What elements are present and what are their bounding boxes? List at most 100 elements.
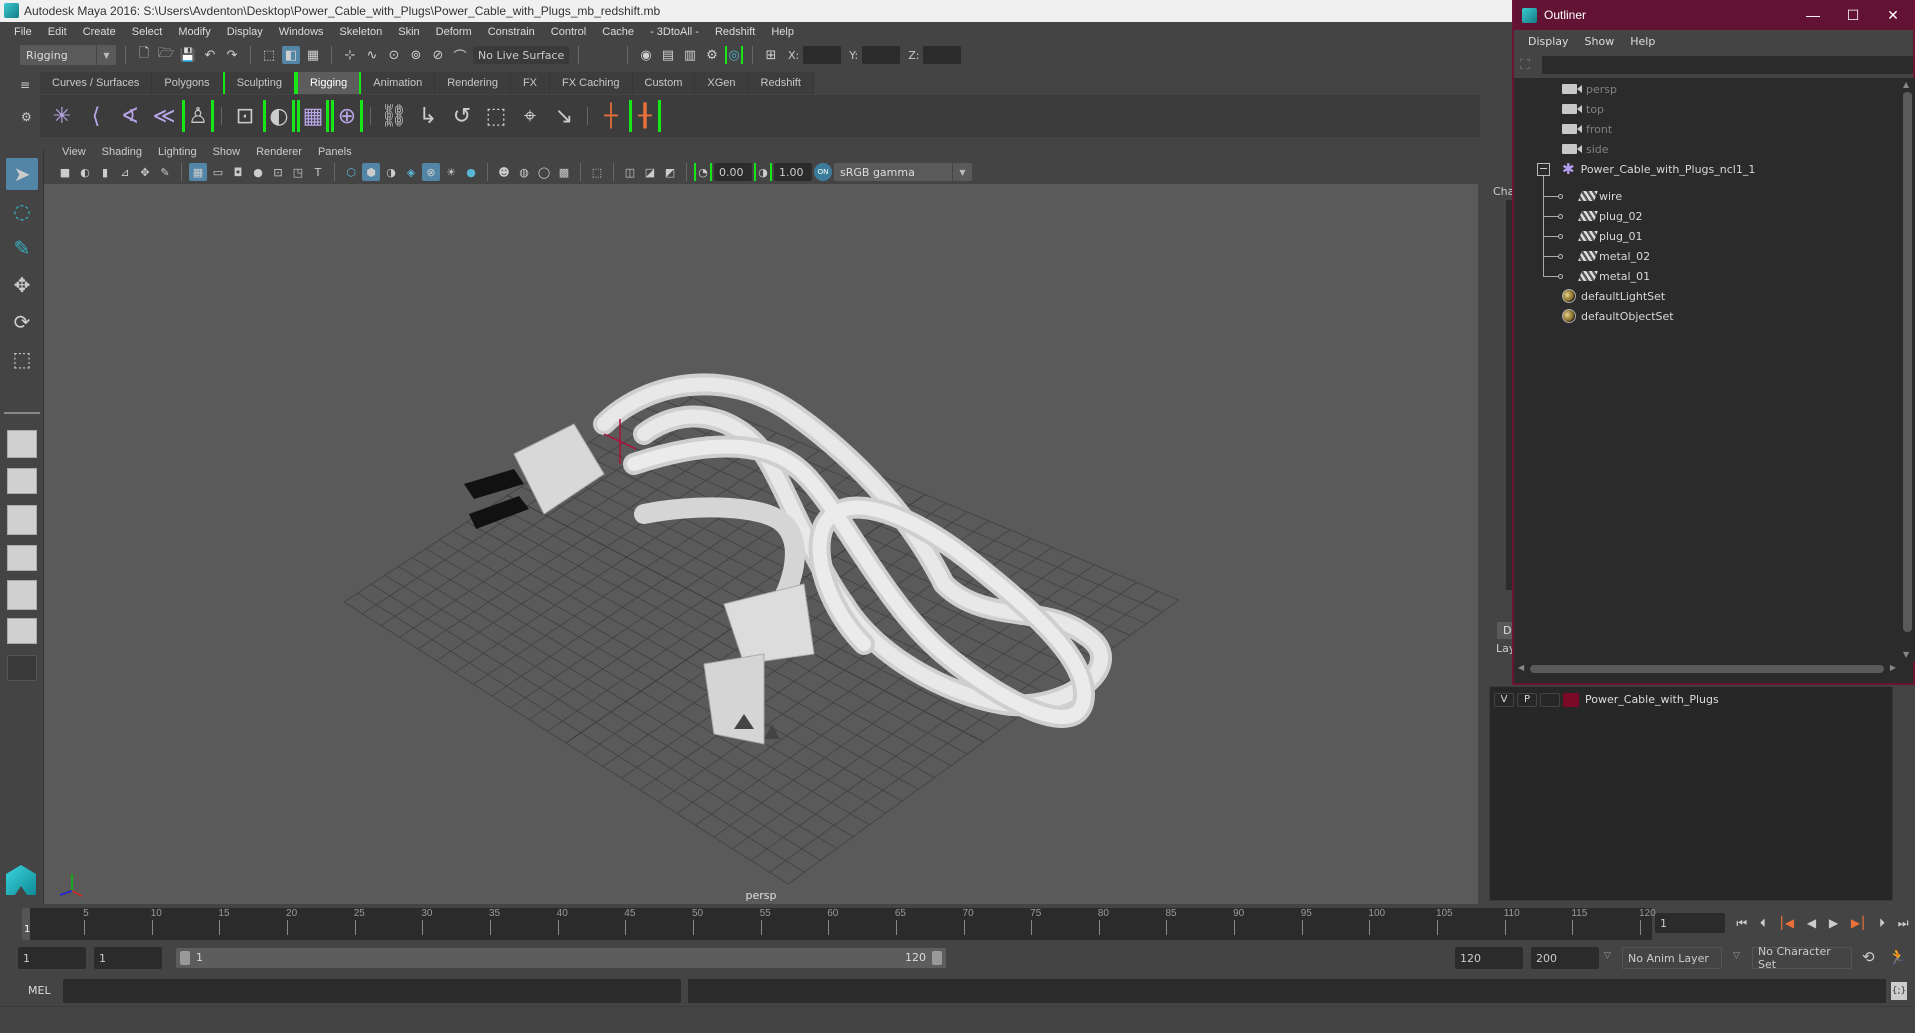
outliner-item-default-light-set[interactable]: defaultLightSet [1562,287,1665,305]
single-perspective-layout-button[interactable] [7,430,37,458]
scroll-thumb[interactable] [1530,665,1884,673]
bookmark-icon[interactable]: ▮ [96,163,114,181]
snap-curve-icon[interactable]: ∿ [363,46,381,64]
range-end-handle[interactable] [932,951,942,965]
gamma-input[interactable]: 1.00 [774,163,812,181]
layer-row[interactable]: V P Power_Cable_with_Plugs [1490,687,1892,713]
render-current-frame-icon[interactable]: ▤ [659,46,677,64]
cluster-icon[interactable]: ⊕ [331,100,363,132]
outliner-item-plug-02[interactable]: plug_02 [1578,207,1643,225]
safe-title-icon[interactable]: T [309,163,327,181]
shelf-menu-icon[interactable]: ≡ [20,78,30,92]
insert-joint-icon[interactable]: ≪ [148,100,180,132]
multisample-aa-icon[interactable]: ◍ [515,163,533,181]
select-by-object-icon[interactable]: ◧ [282,46,300,64]
image-plane-icon[interactable]: ⊿ [116,163,134,181]
select-by-component-icon[interactable]: ▦ [304,46,322,64]
new-scene-icon[interactable]: 🗋 [135,46,153,64]
color-space-dropdown[interactable]: sRGB gamma ▼ [834,163,972,181]
current-frame-input[interactable]: 1 [1655,913,1725,933]
step-forward-key-icon[interactable]: ▶⎮ [1851,916,1866,930]
menu-windows[interactable]: Windows [271,26,332,38]
transform-constraints-icon[interactable]: ⊞ [762,46,780,64]
wireframe-icon[interactable]: ⬡ [342,163,360,181]
go-to-end-icon[interactable]: ⏭ [1898,916,1909,931]
custom-layout-button[interactable] [7,655,37,681]
menu-create[interactable]: Create [75,26,124,38]
shelf-tab-xgen[interactable]: XGen [695,72,749,94]
range-start-handle[interactable] [180,951,190,965]
snap-grid-icon[interactable]: ⊹ [341,46,359,64]
shadows-icon[interactable]: ☀ [442,163,460,181]
menu-skin[interactable]: Skin [390,26,427,38]
open-scene-icon[interactable]: 🗁 [157,46,175,64]
ipr-render-icon[interactable]: ▥ [681,46,699,64]
menu-skeleton[interactable]: Skeleton [331,26,390,38]
locator-icon[interactable]: ┼ [595,100,627,132]
shelf-tab-animation[interactable]: Animation [361,72,436,94]
undo-icon[interactable]: ↶ [201,46,219,64]
snap-point-icon[interactable]: ⊙ [385,46,403,64]
textured-icon[interactable]: ◈ [402,163,420,181]
shelf-tab-rendering[interactable]: Rendering [435,72,511,94]
maximize-button[interactable]: ☐ [1833,0,1873,30]
shelf-settings-icon[interactable]: ⚙ [21,110,32,124]
character-set-dropdown[interactable]: No Character Set [1752,945,1852,971]
step-back-key-icon[interactable]: ⎮◀ [1779,916,1794,930]
orient-constraint-icon[interactable]: ↺ [446,100,478,132]
rotate-tool-icon[interactable]: ⟳ [6,306,38,338]
two-d-pan-zoom-icon[interactable]: ✥ [136,163,154,181]
aim-constraint-icon[interactable]: ⌖ [514,100,546,132]
scroll-left-icon[interactable]: ◀ [1518,663,1524,672]
range-slider[interactable]: 1 120 [176,948,946,968]
snap-view-plane-icon[interactable]: ⊘ [429,46,447,64]
persp-graph-layout-button[interactable] [7,545,37,571]
menu-modify[interactable]: Modify [170,26,218,38]
four-view-layout-button[interactable] [7,468,37,494]
hypershade-layout-button[interactable] [7,580,37,610]
menu-cache[interactable]: Cache [594,26,642,38]
layer-display-type-toggle[interactable] [1540,693,1560,707]
xray-joints-icon[interactable]: ◫ [621,163,639,181]
grease-pencil-icon[interactable]: ✎ [156,163,174,181]
y-input[interactable] [862,46,901,64]
point-constraint-icon[interactable]: ↳ [412,100,444,132]
menu-constrain[interactable]: Constrain [480,26,543,38]
backface-culling-icon[interactable]: ◩ [661,163,679,181]
select-by-hierarchy-icon[interactable]: ⬚ [260,46,278,64]
playback-start-input[interactable]: 1 [94,947,162,969]
script-language-toggle[interactable]: MEL [28,984,51,997]
viewport-menu-view[interactable]: View [54,146,94,158]
filter-icon[interactable]: ⛶ [1520,57,1530,73]
minimize-button[interactable]: — [1793,0,1833,30]
outliner-vertical-scrollbar[interactable]: ▲ ▼ [1900,78,1915,661]
shelf-tab-fx-caching[interactable]: FX Caching [550,72,633,94]
isolate-select-icon[interactable]: ⬚ [588,163,606,181]
live-surface-field[interactable]: No Live Surface [473,46,569,64]
camera-attributes-icon[interactable]: ◐ [76,163,94,181]
outliner-item-side[interactable]: side [1562,140,1609,158]
viewport-menu-panels[interactable]: Panels [310,146,360,158]
locator-constraint-icon[interactable]: ╂ [629,100,661,132]
layer-color-swatch[interactable] [1563,693,1579,707]
outliner-title-bar[interactable]: Outliner — ☐ ✕ [1514,0,1913,30]
paint-weights-icon[interactable]: ◐ [263,100,295,132]
end-time-input[interactable]: 200 [1531,947,1599,969]
scroll-right-icon[interactable]: ▶ [1890,663,1896,672]
film-gate-icon[interactable]: ▭ [209,163,227,181]
shelf-tab-curves-surfaces[interactable]: Curves / Surfaces [40,72,153,94]
shelf-tab-polygons[interactable]: Polygons [152,72,223,94]
outliner-menu-show[interactable]: Show [1577,35,1623,48]
outliner-item-front[interactable]: front [1562,120,1612,138]
animation-preferences-icon[interactable]: 🏃 [1888,948,1907,966]
joint-tool-icon[interactable]: ✳ [46,100,78,132]
grid-toggle-icon[interactable]: ▦ [189,163,207,181]
scroll-up-icon[interactable]: ▲ [1903,80,1909,89]
redo-icon[interactable]: ↷ [223,46,241,64]
scale-tool-icon[interactable]: ⬚ [6,343,38,375]
collapse-icon[interactable]: − [1537,163,1550,176]
viewport-menu-show[interactable]: Show [205,146,249,158]
ik-handle-icon[interactable]: ⟨ [80,100,112,132]
parent-constraint-icon[interactable]: ⛓ [378,100,410,132]
lasso-tool-icon[interactable]: ◌ [6,195,38,227]
